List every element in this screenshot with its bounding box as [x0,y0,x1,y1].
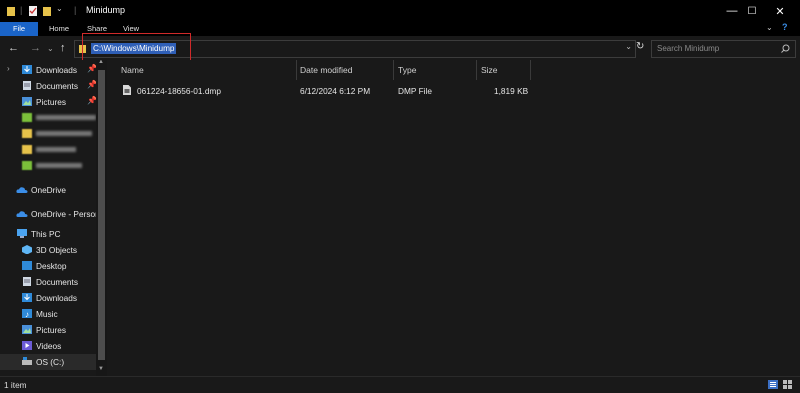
download-folder-icon [22,293,32,302]
redacted-label [36,147,76,152]
svg-text:♪: ♪ [25,310,29,318]
column-header-name[interactable]: Name [121,65,144,75]
column-header-date[interactable]: Date modified [300,65,352,75]
window-title: Minidump [86,5,126,15]
status-bar: 1 item [0,376,800,393]
separator: | [20,5,23,15]
expand-ribbon-icon[interactable]: ⌄ [766,23,773,32]
nav-item-onedrive-personal[interactable]: OneDrive - Person [0,206,100,222]
column-header-type[interactable]: Type [398,65,416,75]
folder-icon [22,129,32,138]
search-icon [781,44,790,53]
tab-file[interactable]: File [0,22,38,36]
qat-dropdown-icon[interactable]: ⌄ [56,4,63,16]
download-folder-icon [22,65,32,74]
help-icon[interactable]: ? [782,22,788,32]
nav-scrollbar[interactable]: ▲ ▼ [96,60,107,376]
videos-folder-icon [22,341,32,350]
nav-item-documents[interactable]: Documents 📌 [0,78,100,94]
folder-icon [22,161,32,170]
address-dropdown-icon[interactable]: ⌄ [625,42,632,51]
up-button[interactable]: ↑ [60,42,66,54]
recent-locations-icon[interactable]: ⌄ [47,44,54,53]
search-placeholder: Search Minidump [657,44,720,53]
redacted-label [36,163,82,168]
column-divider[interactable] [393,60,394,80]
nav-item-os-drive[interactable]: OS (C:) [0,354,100,370]
nav-item-documents-pc[interactable]: Documents [0,274,100,290]
scroll-up-icon[interactable]: ▲ [98,60,104,65]
folder-icon [22,113,32,122]
tab-home[interactable]: Home [44,22,74,36]
file-list: Name Date modified Type Size 061224-1865… [108,60,800,376]
navigation-pane: › Downloads 📌 Documents 📌 Pictures 📌 One… [0,60,108,376]
highlight-annotation [82,33,191,61]
back-button[interactable]: ← [8,42,19,54]
file-name[interactable]: 061224-18656-01.dmp [137,86,221,96]
folder-icon [7,7,15,16]
new-folder-icon[interactable] [42,5,52,17]
file-icon [123,85,131,95]
column-divider[interactable] [476,60,477,80]
nav-item-videos[interactable]: Videos [0,338,100,354]
details-view-icon[interactable] [768,380,778,389]
music-folder-icon: ♪ [22,309,32,318]
column-divider[interactable] [530,60,531,80]
documents-folder-icon [23,277,31,286]
nav-item-downloads[interactable]: › Downloads 📌 [0,62,100,78]
nav-item-downloads-pc[interactable]: Downloads [0,290,100,306]
large-icons-view-icon[interactable] [783,380,793,389]
nav-item-redacted[interactable] [0,110,100,126]
item-count: 1 item [4,380,27,390]
computer-icon [17,229,27,238]
nav-item-pictures[interactable]: Pictures 📌 [0,94,100,110]
separator: | [74,5,77,15]
search-input[interactable]: Search Minidump [651,40,796,58]
refresh-icon[interactable]: ↻ [636,41,644,52]
forward-button[interactable]: → [30,42,41,54]
nav-item-onedrive[interactable]: OneDrive [0,182,100,198]
close-button[interactable]: ✕ [760,0,800,22]
cloud-icon [16,187,28,193]
file-type: DMP File [398,86,432,96]
nav-item-this-pc[interactable]: This PC [0,226,100,242]
column-divider[interactable] [296,60,297,80]
properties-icon[interactable] [28,5,38,17]
scroll-thumb[interactable] [98,70,105,360]
column-header-size[interactable]: Size [481,65,498,75]
nav-item-3d-objects[interactable]: 3D Objects [0,242,100,258]
nav-item-desktop[interactable]: Desktop [0,258,100,274]
scroll-down-icon[interactable]: ▼ [98,366,104,372]
cloud-icon [16,211,28,217]
file-size: 1,819 KB [494,86,529,96]
nav-item-redacted[interactable] [0,142,100,158]
file-date: 6/12/2024 6:12 PM [300,86,371,96]
redacted-label [36,131,92,136]
folder-icon [22,145,32,154]
title-bar: | ⌄ | Minidump — ☐ ✕ [0,0,800,22]
expand-icon[interactable]: › [7,64,10,73]
pictures-folder-icon [22,325,32,334]
nav-item-redacted[interactable] [0,126,100,142]
redacted-label [36,115,96,120]
nav-item-pictures-pc[interactable]: Pictures [0,322,100,338]
pictures-folder-icon [22,97,32,106]
3d-objects-icon [22,245,32,254]
nav-item-music[interactable]: ♪ Music [0,306,100,322]
documents-folder-icon [23,81,31,90]
drive-icon [22,357,32,365]
nav-item-redacted[interactable] [0,158,100,174]
desktop-folder-icon [22,261,32,270]
